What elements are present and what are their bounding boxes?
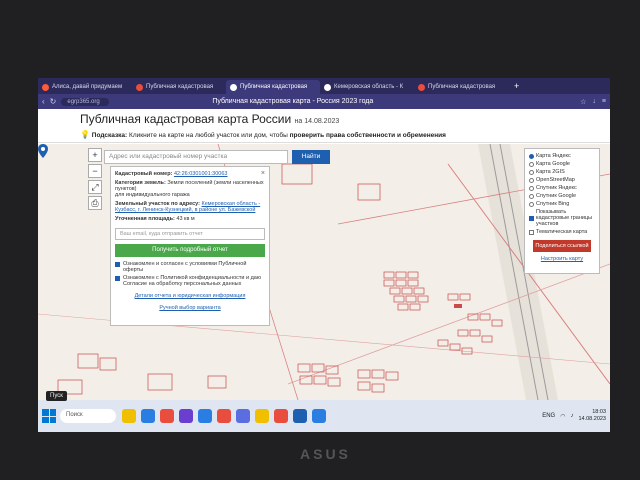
screen: Алиса, давай придумаем Публичная кадастр… <box>38 78 610 432</box>
cadastral-map[interactable]: + − ⤢ ⎙ Адрес или кадастровый номер учас… <box>38 144 610 400</box>
taskbar-app-icon[interactable] <box>160 409 174 423</box>
page-title: Публичная кадастровая карта - Россия 202… <box>212 98 374 105</box>
search-input[interactable]: Адрес или кадастровый номер участка <box>104 150 288 164</box>
layer-option[interactable]: Спутник Яндекс <box>529 185 595 191</box>
tab-favicon-icon <box>42 83 49 91</box>
taskbar-app-icon[interactable] <box>122 409 136 423</box>
language-indicator[interactable]: ENG <box>542 413 555 419</box>
radio-icon <box>529 177 534 183</box>
new-tab-icon[interactable]: + <box>514 81 519 91</box>
manual-choice-link[interactable]: Ручной выбор варианта <box>115 305 265 311</box>
report-details-link[interactable]: Детали отчета и юридическая информация <box>115 293 265 299</box>
privacy-checkbox[interactable] <box>115 276 120 281</box>
taskbar-app-icon[interactable] <box>255 409 269 423</box>
measure-icon[interactable]: ⤢ <box>88 180 102 194</box>
taskbar-apps <box>122 409 331 423</box>
checkbox-icon <box>529 229 534 235</box>
cadastral-number-link[interactable]: 42:26:0301001:30063 <box>174 171 228 177</box>
zoom-controls: + − ⤢ ⎙ <box>88 148 102 210</box>
checkbox-icon <box>529 215 534 221</box>
lightbulb-icon: 💡 <box>80 130 90 139</box>
taskbar-app-icon[interactable] <box>179 409 193 423</box>
page-header: Публичная кадастровая карта России на 14… <box>38 109 610 143</box>
share-link-button[interactable]: Поделиться ссылкой <box>533 240 591 252</box>
radio-icon <box>529 153 534 159</box>
taskbar-app-icon[interactable] <box>312 409 326 423</box>
back-icon[interactable]: ‹ <box>42 97 45 106</box>
radio-icon <box>529 169 534 175</box>
taskbar-app-icon[interactable] <box>236 409 250 423</box>
browser-tab[interactable]: Кемеровская область - К <box>320 80 414 94</box>
menu-icon[interactable]: ≡ <box>602 98 606 106</box>
setup-map-link[interactable]: Настроить карту <box>529 256 595 262</box>
clock[interactable]: 18:03 14.08.2023 <box>578 409 606 423</box>
browser-tab-bar: Алиса, давай придумаем Публичная кадастр… <box>38 78 610 94</box>
print-icon[interactable]: ⎙ <box>88 196 102 210</box>
radio-icon <box>529 201 534 207</box>
url-field[interactable]: egrp365.org <box>61 97 110 106</box>
wifi-icon[interactable]: ◠ <box>560 413 565 420</box>
bookmark-icon[interactable]: ☆ <box>580 98 586 106</box>
tab-favicon-icon <box>136 83 143 91</box>
radio-icon <box>529 161 534 167</box>
tab-favicon-icon <box>324 83 331 91</box>
cad-borders-toggle[interactable]: Показывать кадастровые границы участков <box>529 209 595 227</box>
browser-tab[interactable]: Алиса, давай придумаем <box>38 80 132 94</box>
windows-start-icon[interactable] <box>42 409 56 423</box>
browser-tab[interactable]: Публичная кадастровая <box>132 80 226 94</box>
layer-option[interactable]: Карта Яндекс <box>529 153 595 159</box>
zoom-in-button[interactable]: + <box>88 148 102 162</box>
system-tray: ENG ◠ ♪ 18:03 14.08.2023 <box>542 409 606 423</box>
start-tooltip: Пуск <box>46 391 67 401</box>
taskbar-app-icon[interactable] <box>198 409 212 423</box>
layer-option[interactable]: Спутник Bing <box>529 201 595 207</box>
close-icon[interactable]: × <box>261 170 265 177</box>
taskbar-app-icon[interactable] <box>274 409 288 423</box>
offer-checkbox[interactable] <box>115 262 120 267</box>
volume-icon[interactable]: ♪ <box>570 413 573 419</box>
radio-icon <box>529 193 534 199</box>
radio-icon <box>529 185 534 191</box>
get-report-button[interactable]: Получить подробный отчет <box>115 244 265 257</box>
reload-icon[interactable]: ↻ <box>50 97 57 106</box>
find-button[interactable]: Найти <box>292 150 330 164</box>
layer-option[interactable]: OpenStreetMap <box>529 177 595 183</box>
layer-option[interactable]: Карта 2GIS <box>529 169 595 175</box>
tab-favicon-icon <box>418 83 425 91</box>
map-marker-icon[interactable] <box>38 144 48 158</box>
layer-option[interactable]: Спутник Google <box>529 193 595 199</box>
taskbar-search[interactable]: Поиск <box>60 409 116 423</box>
taskbar-app-icon[interactable] <box>293 409 307 423</box>
browser-tab-active[interactable]: Публичная кадастровая <box>226 80 320 94</box>
map-layers-panel: Карта Яндекс Карта Google Карта 2GIS Ope… <box>524 148 600 274</box>
taskbar-app-icon[interactable] <box>141 409 155 423</box>
laptop-brand-logo: ASUS <box>300 446 351 462</box>
browser-tab[interactable]: Публичная кадастровая <box>414 80 508 94</box>
taskbar-app-icon[interactable] <box>217 409 231 423</box>
parcel-info-popup: × Кадастровый номер: 42:26:0301001:30063… <box>110 166 270 326</box>
hint-line: 💡 Подсказка: Кликните на карте на любой … <box>80 130 446 139</box>
windows-taskbar: Поиск ENG ◠ ♪ 18:03 14.08.2023 <box>38 400 610 432</box>
site-title: Публичная кадастровая карта России на 14… <box>80 112 340 126</box>
address-bar: ‹ ↻ egrp365.org Публичная кадастровая ка… <box>38 94 610 109</box>
thematic-map-toggle[interactable]: Тематическая карта <box>529 229 595 235</box>
email-field[interactable]: Ваш email, куда отправить отчет <box>115 228 265 240</box>
zoom-out-button[interactable]: − <box>88 164 102 178</box>
download-icon[interactable]: ↓ <box>592 98 596 106</box>
title-date: на 14.08.2023 <box>294 118 340 125</box>
tab-favicon-icon <box>230 83 237 91</box>
layer-option[interactable]: Карта Google <box>529 161 595 167</box>
